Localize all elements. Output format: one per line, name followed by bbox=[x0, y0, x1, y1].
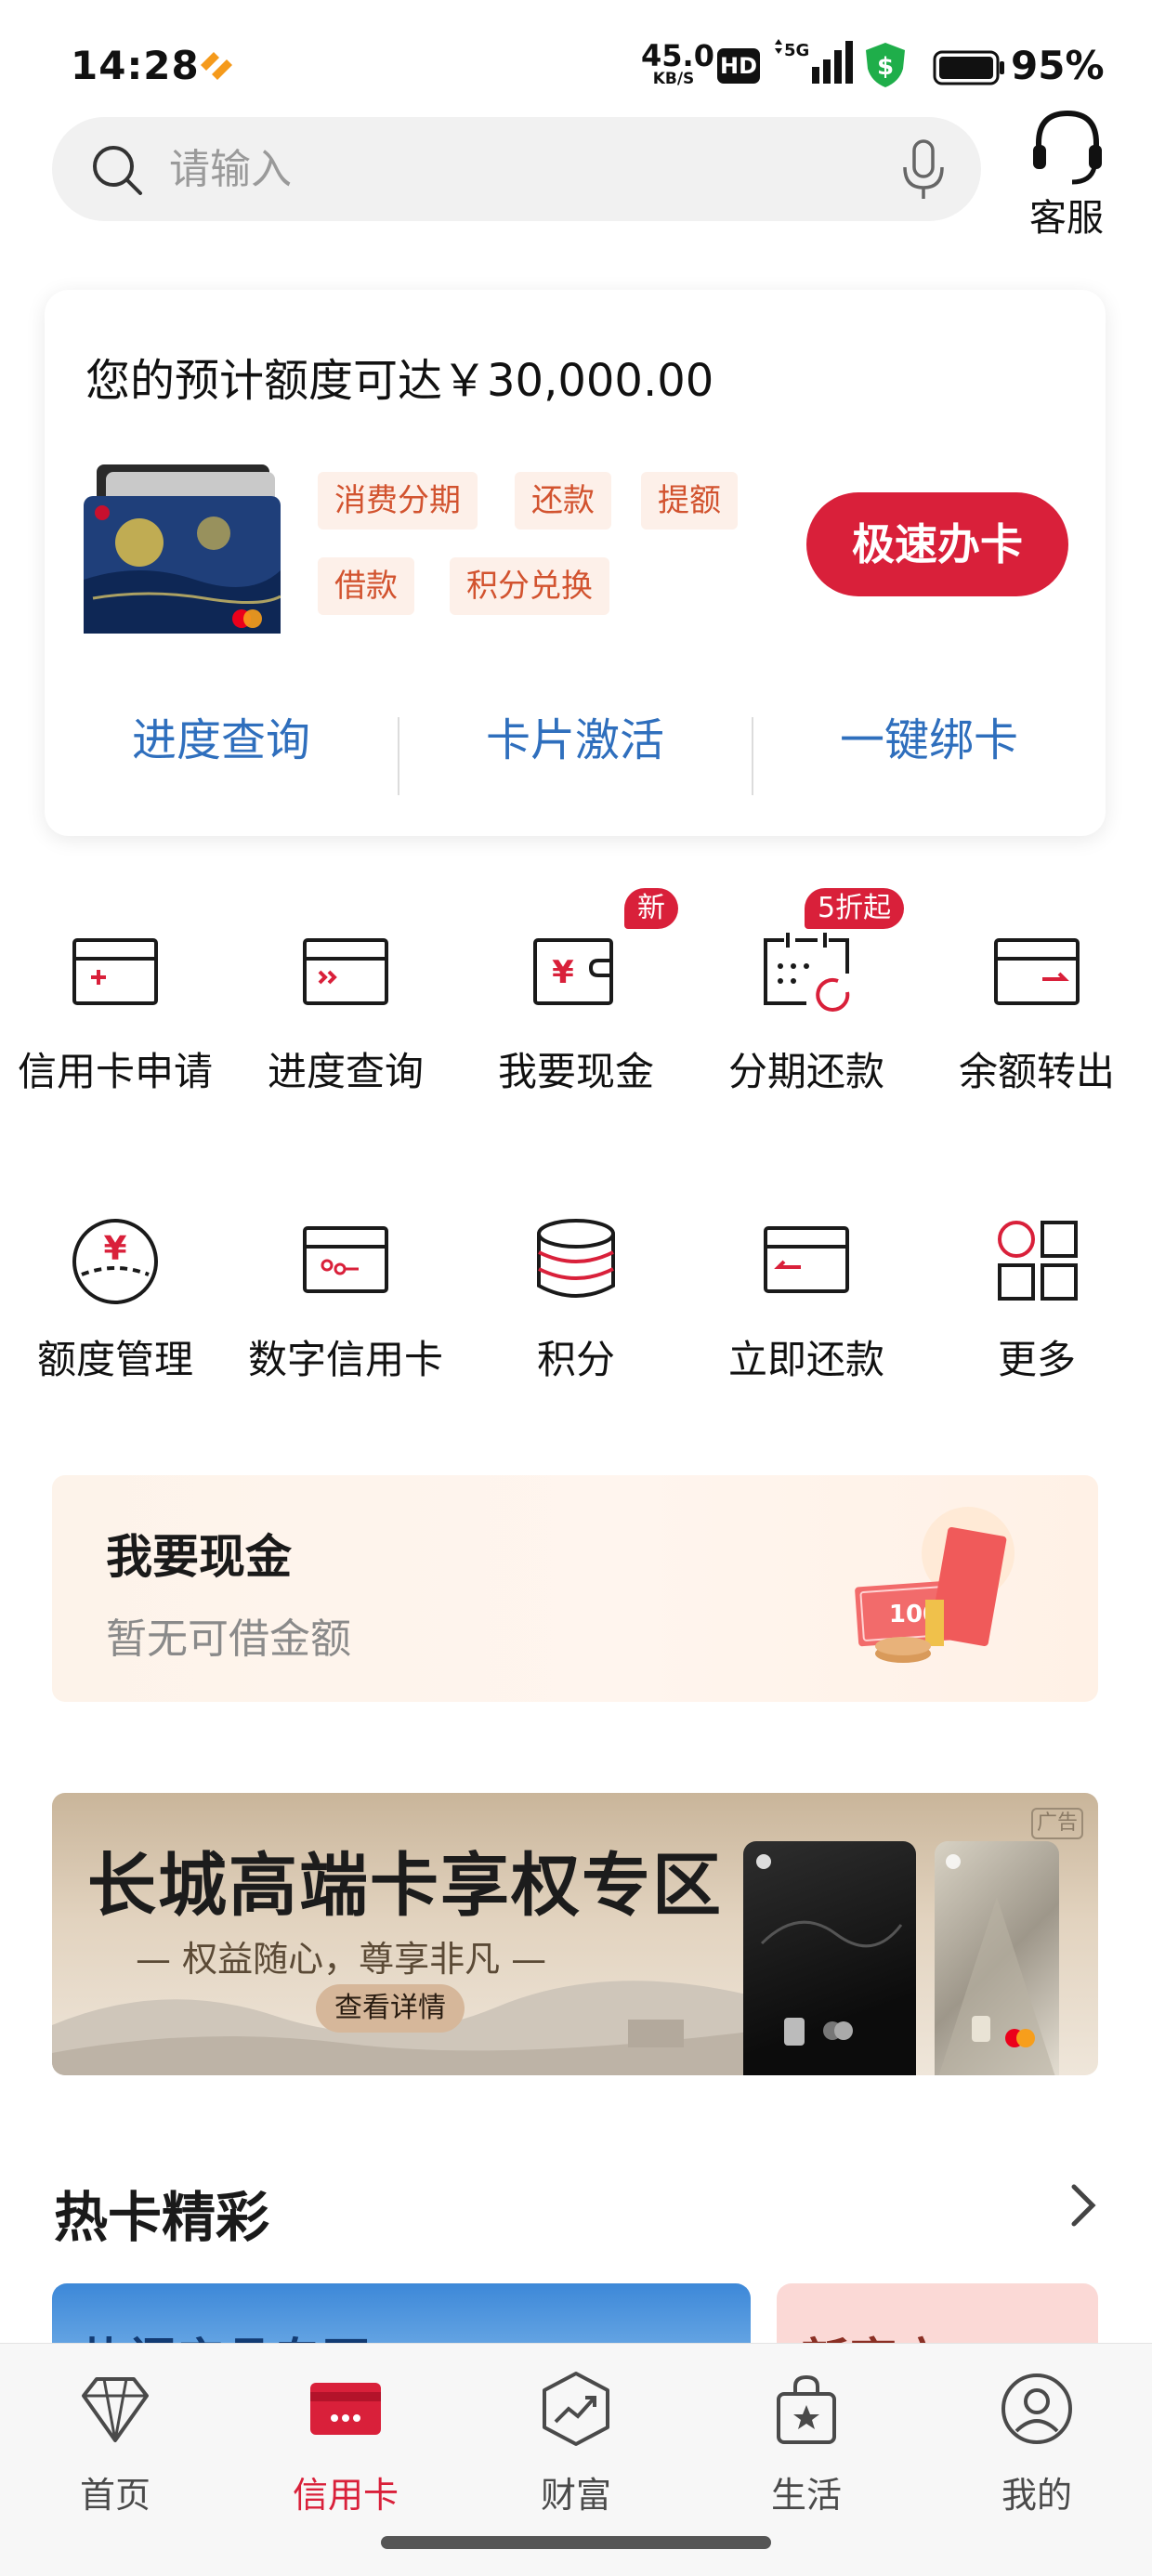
wealth-chart-icon bbox=[543, 2372, 609, 2446]
grid-more-icon bbox=[998, 1221, 1078, 1301]
ad-title: 长城高端卡享权专区 bbox=[87, 1846, 723, 1926]
profile-icon bbox=[1001, 2373, 1072, 2444]
wallet-yuan-icon: ¥ bbox=[533, 938, 613, 1005]
search-input[interactable] bbox=[169, 117, 819, 221]
tag-loan[interactable]: 借款 bbox=[318, 557, 414, 615]
notification-app-icon bbox=[201, 52, 232, 80]
credit-card-image bbox=[84, 464, 281, 634]
service-digital-card[interactable]: 数字信用卡 bbox=[230, 1213, 461, 1399]
coins-stack-icon bbox=[537, 1219, 615, 1298]
discount-badge: 5折起 bbox=[805, 888, 905, 929]
tab-mine[interactable]: 我的 bbox=[922, 2370, 1152, 2528]
status-time: 14:28 bbox=[71, 43, 200, 88]
service-installment[interactable]: 分期还款 bbox=[691, 925, 922, 1111]
service-balance-transfer[interactable]: 余额转出 bbox=[922, 925, 1152, 1111]
customer-service-button[interactable]: 客服 bbox=[1018, 106, 1115, 240]
tag-installment[interactable]: 消费分期 bbox=[318, 472, 478, 530]
tag-raise-limit[interactable]: 提额 bbox=[641, 472, 738, 530]
service-progress-query[interactable]: 进度查询 bbox=[230, 925, 461, 1111]
svg-text:$: $ bbox=[877, 53, 894, 81]
card-activation-link[interactable]: 卡片激活 bbox=[399, 680, 752, 801]
status-bar: 14:28 45.0 KB/S HD 5G $ 95% bbox=[0, 0, 1152, 121]
bind-card-link[interactable]: 一键绑卡 bbox=[753, 680, 1106, 801]
svg-text:5G: 5G bbox=[784, 41, 809, 60]
svg-text:¥: ¥ bbox=[103, 1230, 126, 1268]
service-points[interactable]: 积分 bbox=[461, 1213, 691, 1399]
service-credit-card-apply[interactable]: 信用卡申请 bbox=[0, 925, 230, 1111]
diamond-icon bbox=[82, 2377, 149, 2442]
card-transfer-out-icon bbox=[994, 938, 1080, 1005]
new-badge: 新 bbox=[624, 888, 678, 929]
estimated-quota: 您的预计额度可达￥30,000.00 bbox=[85, 355, 714, 407]
ad-label: 广告 bbox=[1031, 1808, 1083, 1839]
hot-cards-title: 热卡精彩 bbox=[54, 2186, 270, 2249]
service-cash[interactable]: ¥ 我要现金 bbox=[461, 925, 691, 1111]
progress-query-link[interactable]: 进度查询 bbox=[45, 680, 398, 801]
hd-icon: HD bbox=[717, 48, 760, 84]
card-repay-icon bbox=[764, 1226, 849, 1293]
chevron-right-icon[interactable] bbox=[1065, 2179, 1102, 2231]
tab-wealth[interactable]: 财富 bbox=[461, 2370, 691, 2528]
battery-icon bbox=[933, 50, 1004, 85]
ad-subtitle: — 权益随心，尊享非凡 — bbox=[136, 1939, 547, 1980]
tag-points-redeem[interactable]: 积分兑换 bbox=[450, 557, 609, 615]
view-details-button[interactable]: 查看详情 bbox=[316, 1984, 465, 2033]
silver-card-image bbox=[935, 1841, 1059, 2075]
tag-repay[interactable]: 还款 bbox=[515, 472, 611, 530]
card-plus-icon bbox=[72, 938, 158, 1005]
tab-life[interactable]: 生活 bbox=[691, 2370, 922, 2528]
money-stack-illustration: 100 bbox=[855, 1507, 1015, 1663]
network-speed: 45.0 KB/S bbox=[641, 38, 714, 88]
calendar-installment-icon bbox=[764, 933, 850, 1012]
card-progress-icon bbox=[303, 938, 388, 1005]
tab-home[interactable]: 首页 bbox=[0, 2370, 230, 2528]
yuan-circle-icon: ¥ bbox=[72, 1219, 158, 1304]
service-quota-management[interactable]: ¥ 额度管理 bbox=[0, 1213, 230, 1399]
great-wall-card-ad[interactable]: 长城高端卡享权专区 — 权益随心，尊享非凡 — 查看详情 广告 bbox=[52, 1793, 1098, 2075]
headset-icon bbox=[1033, 110, 1102, 185]
signal-5g-icon: 5G bbox=[775, 39, 853, 84]
search-icon bbox=[93, 146, 142, 195]
cash-title: 我要现金 bbox=[106, 1530, 292, 1584]
service-repay-now[interactable]: 立即还款 bbox=[691, 1213, 922, 1399]
quick-apply-button[interactable]: 极速办卡 bbox=[806, 492, 1068, 596]
credit-card-icon bbox=[310, 2383, 381, 2435]
microphone-icon[interactable] bbox=[897, 137, 949, 203]
svg-text:¥: ¥ bbox=[552, 954, 574, 991]
tab-credit-card[interactable]: 信用卡 bbox=[230, 2370, 461, 2528]
cash-subtitle: 暂无可借金额 bbox=[106, 1615, 351, 1663]
security-shield-icon: $ bbox=[866, 43, 905, 87]
cash-loan-banner[interactable]: 我要现金 暂无可借金额 100 bbox=[52, 1475, 1098, 1702]
credit-card-panel: 您的预计额度可达￥30,000.00 消费分期 还款 提额 借款 积分兑换 极速… bbox=[45, 290, 1106, 836]
battery-percent: 95% bbox=[1011, 43, 1105, 88]
digital-card-icon bbox=[303, 1226, 388, 1293]
quota-amount: ￥30,000.00 bbox=[442, 355, 714, 407]
customer-service-label: 客服 bbox=[1029, 197, 1104, 240]
service-more[interactable]: 更多 bbox=[922, 1213, 1152, 1399]
search-bar[interactable] bbox=[52, 117, 981, 221]
shopping-bag-icon bbox=[777, 2374, 836, 2444]
home-indicator[interactable] bbox=[381, 2536, 771, 2549]
black-card-image bbox=[743, 1841, 916, 2075]
